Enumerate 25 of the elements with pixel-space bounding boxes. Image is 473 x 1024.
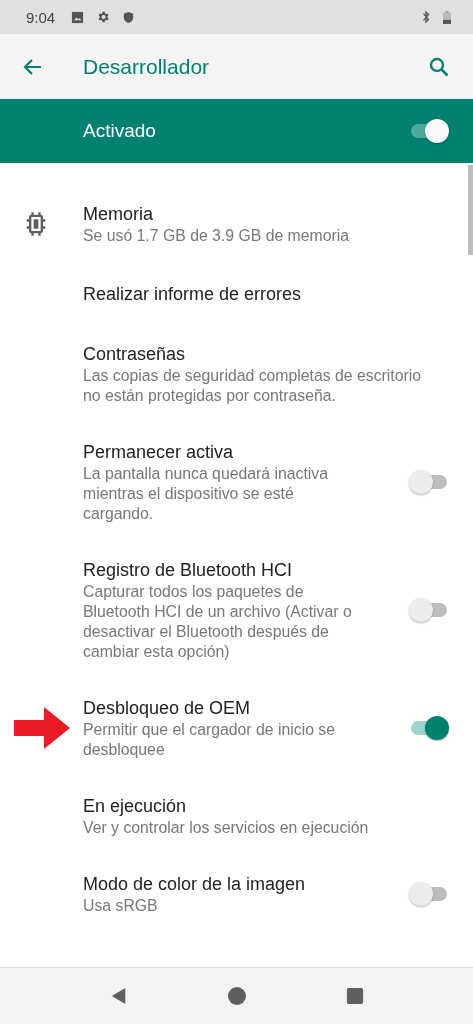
setting-title[interactable]: Registro de Bluetooth HCI	[83, 558, 368, 582]
setting-summary: Capturar todos los paquetes de Bluetooth HCI de un archivo (Activar o desactivar el Bluetooth después de cambiar esta opción)	[83, 582, 353, 662]
settings-icon	[96, 10, 111, 24]
setting-title[interactable]: Contraseñas	[83, 342, 443, 366]
toolbar-title: Desarrollador	[83, 54, 211, 79]
setting-title[interactable]: Permanecer activa	[83, 440, 368, 464]
setting-title[interactable]: Desbloqueo de OEM	[83, 696, 368, 720]
setting-title[interactable]: Realizar informe de errores	[83, 282, 443, 306]
battery-icon	[443, 9, 451, 25]
master-switch-label: Activado	[83, 120, 157, 142]
setting-summary: La pantalla nunca quedará inactiva mientras el dispositivo se esté cargando.	[83, 464, 330, 524]
setting-summary: Se usó 1.7 GB de 3.9 GB de memoria	[83, 226, 351, 246]
setting-title[interactable]: En ejecución	[83, 794, 443, 818]
bluetooth-icon	[421, 10, 431, 24]
setting-title[interactable]: Memoria	[83, 202, 443, 226]
recents-icon[interactable]	[345, 987, 364, 1005]
shield-icon	[122, 10, 136, 24]
setting-summary: Ver y controlar los servicios en ejecución	[83, 818, 370, 838]
setting-summary: Usa sRGB	[83, 896, 159, 916]
clock: 9:04	[26, 8, 56, 26]
setting-title[interactable]: Modo de color de la imagen	[83, 872, 368, 896]
home-icon[interactable]	[226, 986, 247, 1006]
setting-summary: Las copias de seguridad completas de escritorio no están protegidas por contraseña.	[83, 366, 423, 406]
setting-summary: Permitir que el cargador de inicio se desbloquee	[83, 720, 336, 760]
image-icon	[71, 10, 85, 24]
